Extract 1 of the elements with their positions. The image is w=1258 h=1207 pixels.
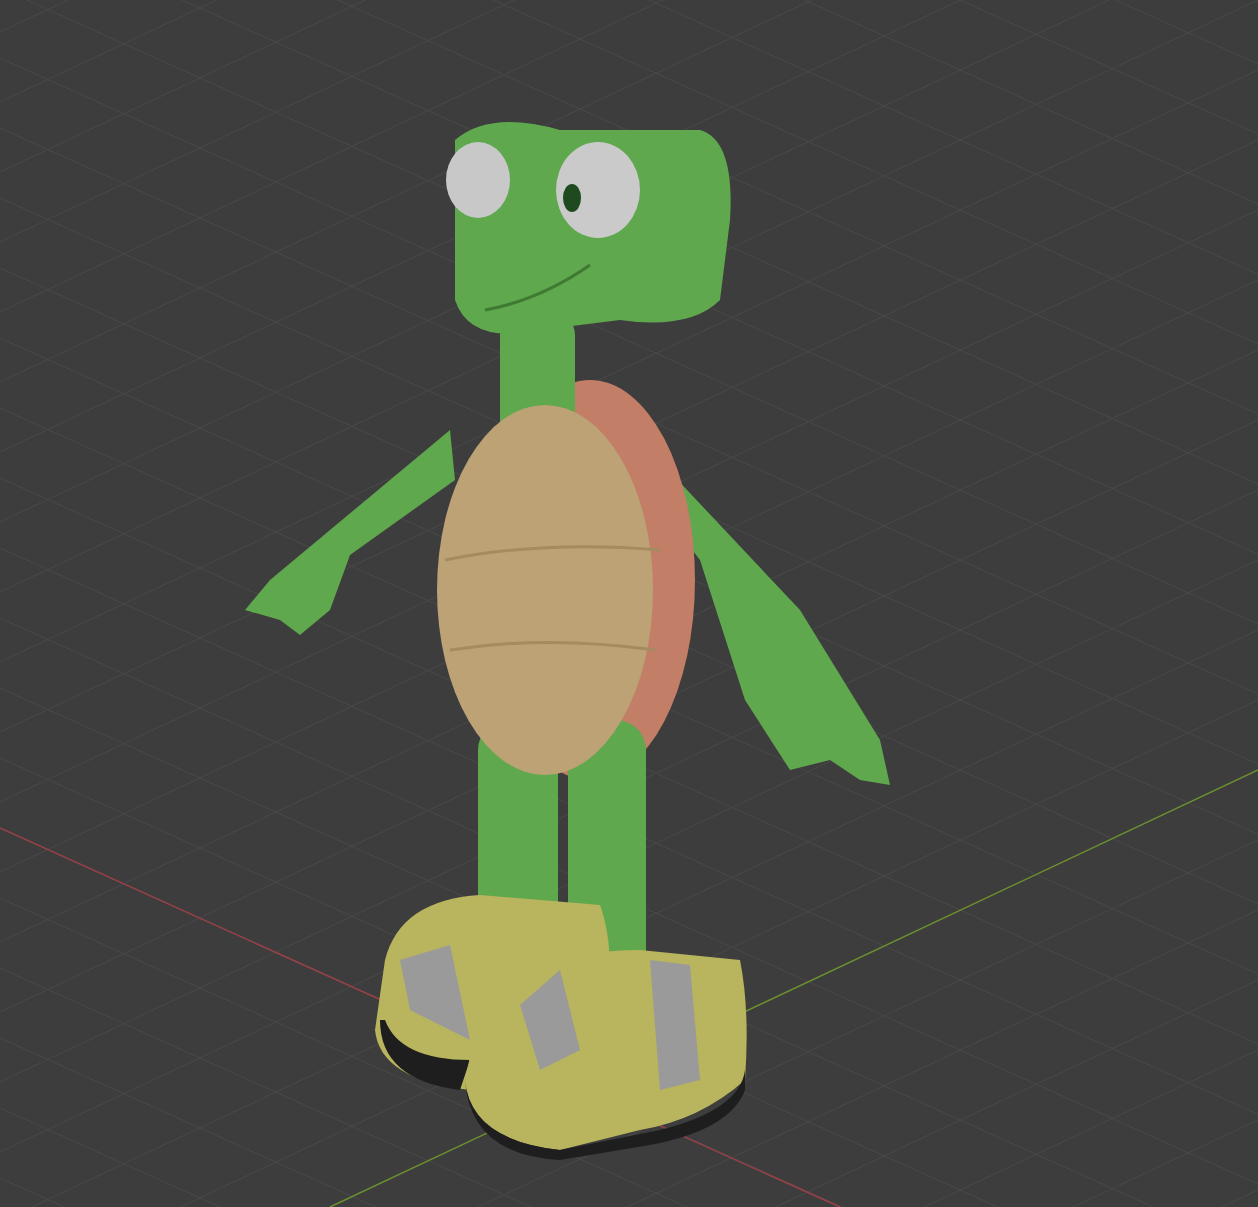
3d-viewport[interactable] bbox=[0, 0, 1258, 1207]
